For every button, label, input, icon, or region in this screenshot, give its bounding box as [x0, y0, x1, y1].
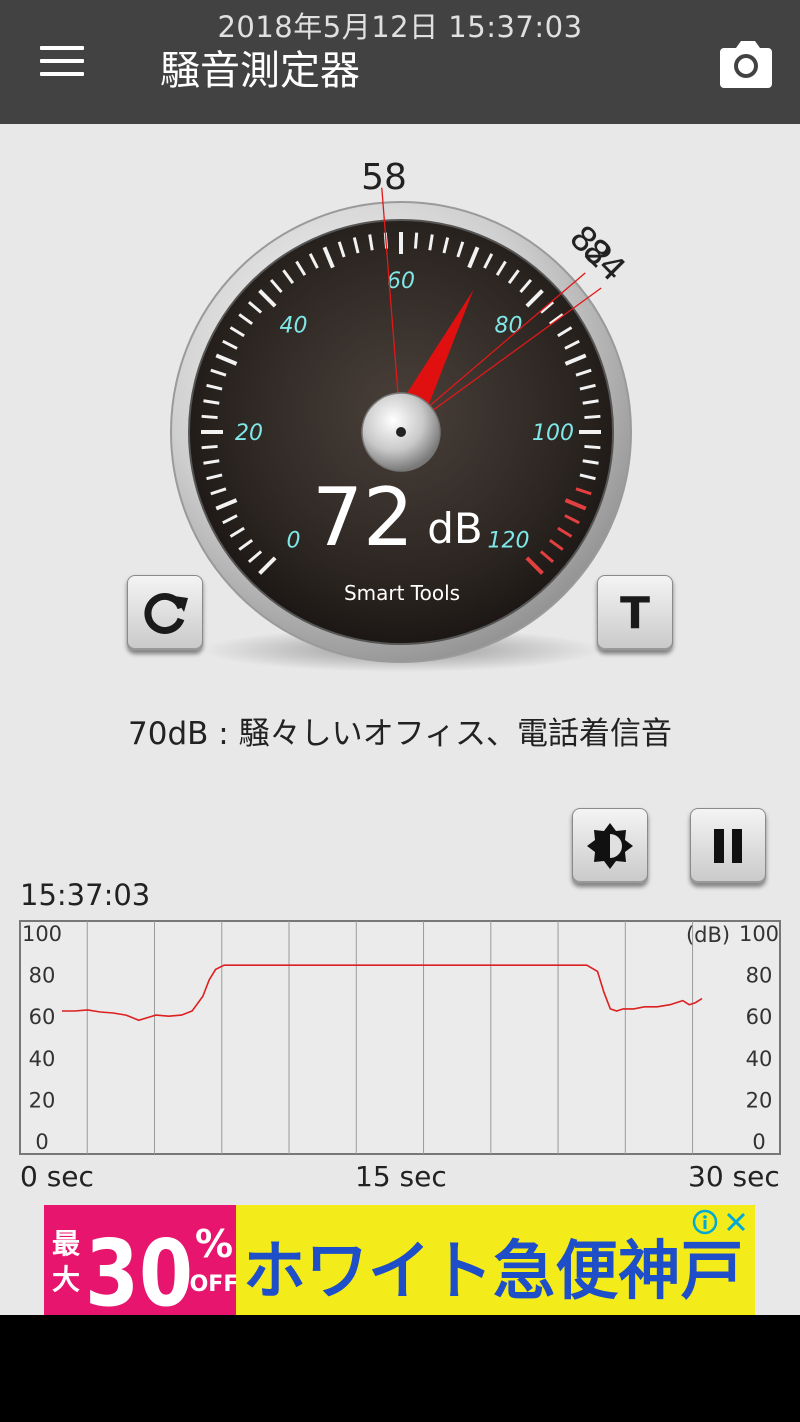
page-title: 騒音測定器: [160, 48, 360, 94]
app-bar: 2018年5月12日 15:37:03 騒音測定器: [0, 0, 800, 124]
chart-header-time: 15:37:03: [20, 878, 151, 912]
close-icon[interactable]: [724, 1210, 748, 1234]
chart-y-tick-label: 40: [746, 1047, 773, 1071]
ad-banner[interactable]: 最 大 30 % OFF ホワイト急便神戸: [44, 1205, 755, 1327]
ad-percent-number: 30: [85, 1220, 193, 1315]
chart-x-label-0: 0 sec: [20, 1160, 94, 1193]
reset-button[interactable]: [127, 575, 203, 651]
sound-meter-gauge: 0 20 40 60 80 100 120 58 82 84 72 dB Smart Too…: [0, 124, 800, 684]
chart-y-tick-label: 0: [35, 1130, 48, 1154]
refresh-icon: [144, 593, 188, 634]
ad-off: OFF: [190, 1272, 236, 1297]
gauge-unit: dB: [427, 504, 482, 553]
brightness-icon: [587, 823, 633, 869]
t-button[interactable]: T: [597, 575, 673, 651]
gauge-scale-label: 0: [287, 528, 301, 553]
chart-y-tick-label: 60: [746, 1005, 773, 1029]
gauge-tick: [584, 444, 601, 450]
chart-y-tick-label: 20: [746, 1088, 773, 1112]
pause-button[interactable]: [690, 808, 766, 884]
chart-y-tick-label: 0: [752, 1130, 765, 1154]
camera-icon[interactable]: [716, 38, 776, 90]
chart-x-label-15: 15 sec: [355, 1160, 447, 1193]
gauge-brand: Smart Tools: [344, 581, 460, 605]
gauge-scale-label: 120: [487, 528, 529, 553]
ad-percent-sign: %: [195, 1222, 233, 1266]
chart-x-label-30: 30 sec: [688, 1160, 780, 1193]
gauge-scale-label: 20: [235, 421, 263, 446]
chart-plot-area: [19, 920, 781, 1155]
ad-text-small-bottom: 大: [52, 1263, 80, 1296]
chart-unit-label: (dB): [686, 923, 730, 947]
ad-discount-panel: 最 大 30 % OFF: [44, 1205, 238, 1327]
gauge-tick: [584, 414, 601, 420]
noise-level-description: 70dB : 騒々しいオフィス、電話着信音: [128, 716, 672, 752]
brightness-button[interactable]: [572, 808, 648, 884]
ad-main-text: ホワイト急便神戸: [243, 1235, 743, 1309]
chart-y-tick-label: 80: [746, 964, 773, 988]
hamburger-menu-icon[interactable]: [40, 46, 84, 78]
gauge-min-marker: 58: [361, 157, 407, 198]
t-button-label: T: [619, 587, 650, 639]
gauge-scale-label: 80: [494, 314, 522, 339]
gauge-tick: [201, 414, 218, 420]
info-icon[interactable]: [692, 1209, 718, 1235]
chart-y-tick-label: 40: [29, 1047, 56, 1071]
status-datetime: 2018年5月12日 15:37:03: [217, 10, 583, 44]
ad-text-small-top: 最: [52, 1227, 80, 1260]
gauge-scale-label: 40: [280, 314, 308, 339]
noise-history-chart: 100 100 80 80 60 60 40 40 20 20 0 0 (dB): [19, 920, 781, 1155]
chart-y-tick-label: 20: [29, 1088, 56, 1112]
pause-icon: [714, 829, 742, 863]
gauge-tick: [201, 444, 218, 450]
gauge-scale-label: 100: [532, 421, 574, 446]
gauge-scale-label: 60: [387, 269, 415, 294]
chart-y-tick-label: 60: [29, 1005, 56, 1029]
chart-y-tick-label: 100: [22, 922, 62, 946]
gauge-value: 72: [312, 471, 414, 564]
chart-y-tick-label: 100: [739, 922, 779, 946]
chart-y-tick-label: 80: [29, 964, 56, 988]
app-screen: 2018年5月12日 15:37:03 騒音測定器 0 20 40 60 80 …: [0, 0, 800, 1327]
gauge-tick: [413, 232, 419, 249]
